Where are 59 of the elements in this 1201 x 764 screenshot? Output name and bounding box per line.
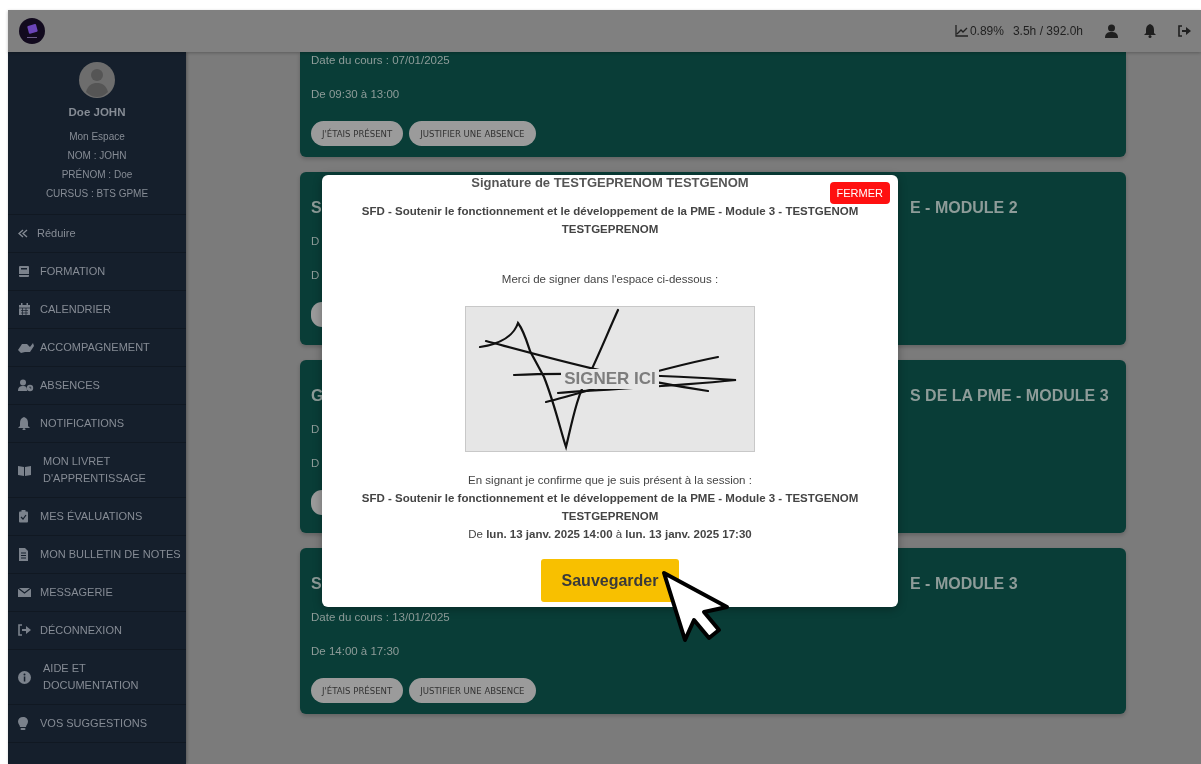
profile-info: PRÉNOM : Doe (61, 167, 133, 182)
session-period: De lun. 13 janv. 2025 14:00 à lun. 13 janv. 2025 17:30 (468, 527, 752, 542)
session-title: SFD - Soutenir le fonctionnement et le développement de la PME - Module 3 - TESTGENOM TESTGEPRENOM (360, 204, 860, 237)
instruction-text: Merci de signer dans l'espace ci-dessous : (501, 273, 719, 285)
course-title: S (311, 575, 322, 593)
menu-item[interactable]: MESSAGERIE (40, 584, 113, 601)
user-icon[interactable] (1105, 24, 1118, 38)
course-title: S DE LA PME - MODULE 3 (910, 387, 1109, 405)
course-date: D (311, 423, 320, 435)
action-button[interactable]: JUSTIFIER UNE ABSENCE (409, 678, 536, 703)
menu-item[interactable]: VOS SUGGESTIONS (40, 715, 147, 732)
course-date: Date du cours : 07/01/2025 (311, 53, 451, 66)
chart-icon (954, 25, 968, 37)
profile-info: NOM : JOHN (67, 149, 127, 163)
action-button[interactable]: JUSTIFIER UNE ABSENCE (409, 121, 536, 146)
course-title: E - MODULE 3 (910, 575, 1018, 593)
course-time: D (311, 269, 320, 281)
confirmation-text: En signant je confirme que je suis présent à la session : (468, 473, 752, 488)
hours-count: 3.5h / 392.0h (1012, 24, 1083, 38)
menu-item[interactable]: MON LIVRET D'APPRENTISSAGE (43, 453, 153, 487)
progress-percent: 0.89% (969, 24, 1004, 38)
action-button[interactable]: J'ÉTAIS PRÉSENT (311, 678, 404, 703)
course-time: De 14:00 à 17:30 (311, 645, 400, 657)
action-button[interactable]: J'ÉTAIS PRÉSENT (311, 121, 404, 146)
menu-item[interactable]: AIDE ET DOCUMENTATION (43, 660, 153, 694)
menu-item[interactable]: CALENDRIER (40, 301, 111, 318)
profile-info: CURSUS : BTS GPME (45, 187, 149, 201)
user-name: Doe JOHN (68, 106, 126, 118)
course-title: S (311, 199, 322, 217)
book-open-icon (18, 463, 34, 477)
course-time: De 09:30 à 13:00 (311, 88, 400, 100)
user-clock-icon (18, 379, 34, 392)
course-date: Date du cours : 13/01/2025 (311, 611, 450, 623)
menu-item[interactable]: ACCOMPAGNEMENT (40, 339, 150, 356)
envelope-icon (18, 586, 34, 599)
bell-icon[interactable] (1144, 24, 1156, 38)
menu-item[interactable]: FORMATION (40, 263, 106, 280)
course-title: G (311, 387, 324, 405)
menu-item[interactable]: NOTIFICATIONS (40, 415, 125, 432)
menu-item[interactable]: DÉCONNEXION (40, 622, 122, 639)
menu-item[interactable]: MON BULLETIN DE NOTES (40, 546, 181, 563)
pad-placeholder: SIGNER ICI (561, 369, 659, 389)
course-date: D (311, 235, 320, 247)
sign-out-icon[interactable] (1178, 25, 1191, 37)
course-time: D (311, 457, 320, 469)
profile-info: Mon Espace (69, 130, 125, 144)
avatar-icon (79, 62, 115, 98)
save-button[interactable]: Sauvegarder (541, 559, 679, 602)
collapse-link[interactable]: Réduire (37, 225, 76, 242)
action-button[interactable] (311, 302, 322, 327)
signature-pad[interactable]: SIGNER ICI (465, 306, 755, 452)
logo-icon (19, 18, 45, 44)
double-chevron-icon (18, 229, 28, 238)
menu-item[interactable]: MES ÉVALUATIONS (40, 508, 143, 525)
info-icon (18, 670, 34, 684)
close-button[interactable]: FERMER (829, 182, 890, 204)
menu-item[interactable]: ABSENCES (40, 377, 100, 394)
course-title: E - MODULE 2 (910, 199, 1018, 217)
action-button[interactable] (311, 490, 322, 515)
